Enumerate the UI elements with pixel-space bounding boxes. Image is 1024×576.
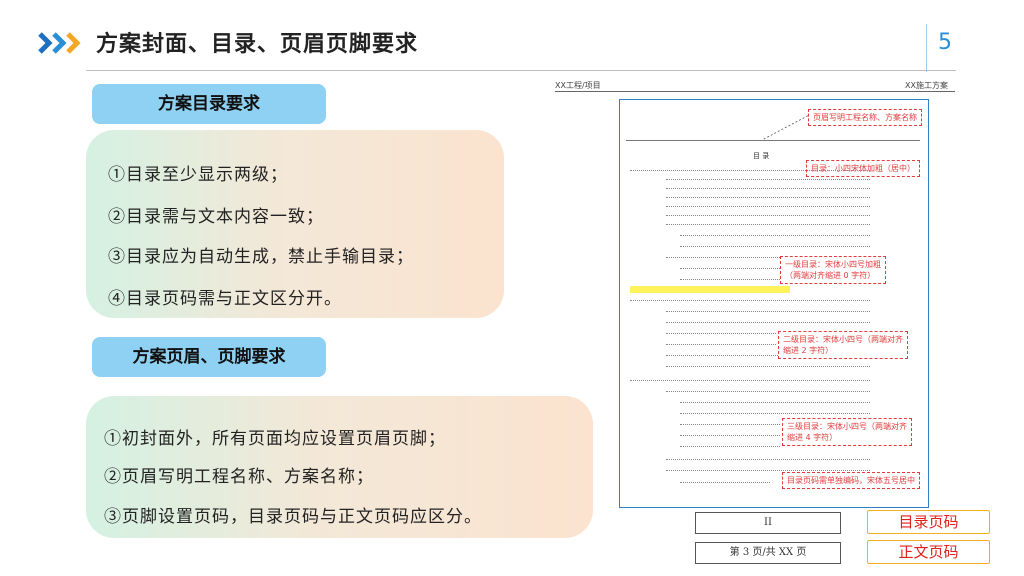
toc-line [666, 322, 870, 323]
toc-line [680, 246, 870, 247]
toc-requirement-item: ④目录页码需与正文区分开。 [108, 289, 342, 309]
callout-level1: 一级目录：宋体小四号加粗 （两端对齐缩进 0 字符） [780, 256, 886, 284]
toc-line [680, 235, 870, 236]
header-footer-requirement-item: ③页脚设置页码，目录页码与正文页码应区分。 [104, 507, 482, 527]
toc-line [666, 333, 776, 334]
toc-line [630, 380, 870, 381]
header-divider [926, 24, 927, 72]
toc-line [666, 311, 870, 312]
toc-requirements-box: ①目录至少显示两级； ②目录需与文本内容一致； ③目录应为自动生成，禁止手输目录… [86, 130, 504, 318]
callout-level3-text: 三级目录：宋体小四号（两端对齐 [787, 422, 907, 431]
toc-requirement-item: ①目录至少显示两级； [108, 165, 288, 185]
toc-line [680, 446, 780, 447]
toc-heading: 目 录 [753, 152, 770, 160]
slide-number: 5 [938, 30, 952, 55]
toc-page-number-example: II [695, 512, 841, 534]
toc-line [630, 300, 870, 301]
header-rule [86, 70, 956, 71]
toc-line [680, 402, 870, 403]
running-header-left: XX工程/项目 [555, 81, 601, 90]
toc-requirement-item: ②目录需与文本内容一致； [108, 207, 324, 227]
toc-line [680, 279, 780, 280]
toc-line [666, 188, 870, 189]
toc-line [666, 344, 776, 345]
toc-line [666, 197, 870, 198]
toc-line [666, 391, 870, 392]
toc-line [630, 170, 870, 171]
toc-line [666, 224, 870, 225]
header-footer-requirement-item: ②页眉写明工程名称、方案名称； [104, 467, 374, 487]
toc-line [666, 206, 870, 207]
toc-line [680, 424, 780, 425]
callout-toc-title: 目录：小四宋体加粗（居中） [806, 160, 920, 177]
body-page-number-tag: 正文页码 [867, 540, 990, 564]
callout-level2: 二级目录：宋体小四号（两端对齐 缩进 2 字符） [778, 331, 908, 359]
toc-line [680, 413, 870, 414]
toc-line [666, 179, 870, 180]
toc-line [680, 268, 780, 269]
callout-level3-text: 缩进 4 字符） [787, 433, 838, 442]
toc-requirement-item: ③目录应为自动生成，禁止手输目录； [108, 247, 414, 267]
highlighted-toc-line [630, 286, 790, 293]
toc-line [666, 470, 870, 471]
toc-line [666, 366, 870, 367]
header-footer-requirements-label: 方案页眉、页脚要求 [92, 337, 326, 377]
toc-line [680, 435, 780, 436]
toc-page-number-tag: 目录页码 [867, 510, 990, 534]
toc-requirements-label: 方案目录要求 [92, 84, 326, 124]
callout-level2-text: 缩进 2 字符） [783, 346, 834, 355]
header-footer-requirements-box: ①初封面外，所有页面均应设置页眉页脚； ②页眉写明工程名称、方案名称； ③页脚设… [86, 396, 593, 538]
running-header-right: XX施工方案 [905, 81, 948, 90]
toc-line [666, 459, 870, 460]
toc-line [666, 215, 870, 216]
toc-line [680, 482, 770, 483]
header-footer-requirement-item: ①初封面外，所有页面均应设置页眉页脚； [104, 429, 446, 449]
running-header-rule [555, 91, 955, 92]
page-title: 方案封面、目录、页眉页脚要求 [96, 32, 419, 57]
callout-level2-text: 二级目录：宋体小四号（两端对齐 [783, 335, 903, 344]
callout-header: 页眉写明工程名称、方案名称 [808, 109, 922, 126]
document-preview: 页眉写明工程名称、方案名称 目 录 目录：小四宋体加粗（居中） 一级目录：宋体小… [619, 99, 929, 508]
body-page-number-example: 第 3 页/共 XX 页 [695, 542, 841, 564]
triple-chevron-icon [38, 32, 81, 54]
callout-level1-text: 一级目录：宋体小四号加粗 [785, 260, 881, 269]
callout-level1-text: （两端对齐缩进 0 字符） [785, 271, 876, 280]
callout-level3: 三级目录：宋体小四号（两端对齐 缩进 4 字符） [782, 418, 912, 446]
callout-page-number: 目录页码需单独编码，宋体五号居中 [782, 472, 920, 489]
